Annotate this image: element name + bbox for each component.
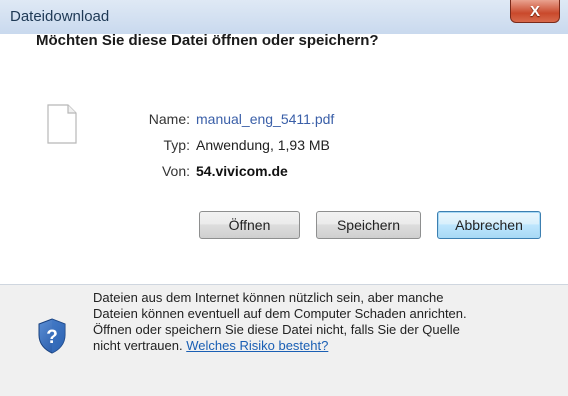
- file-type-value: Anwendung, 1,93 MB: [196, 137, 330, 153]
- name-label: Name:: [148, 111, 190, 127]
- dialog-question: Möchten Sie diese Datei öffnen oder spei…: [36, 32, 379, 49]
- document-icon: [47, 104, 77, 144]
- title-bar: Dateidownload X: [0, 0, 568, 35]
- shield-question-icon: ?: [38, 318, 66, 354]
- open-button[interactable]: Öffnen: [199, 211, 300, 239]
- security-warning-text: Dateien aus dem Internet können nützlich…: [93, 290, 553, 354]
- dialog-content: [0, 34, 568, 284]
- cancel-button[interactable]: Abbrechen: [437, 211, 541, 239]
- close-icon: X: [529, 2, 540, 20]
- warning-line-2: Dateien können eventuell auf dem Compute…: [93, 306, 467, 321]
- source-value: 54.vivicom.de: [196, 163, 288, 179]
- warning-line-3: Öffnen oder speichern Sie diese Datei ni…: [93, 322, 460, 337]
- risk-info-link[interactable]: Welches Risiko besteht?: [186, 338, 328, 353]
- warning-line-4-prefix: nicht vertrauen.: [93, 338, 183, 353]
- footer-strip: [0, 372, 568, 396]
- file-name-value: manual_eng_5411.pdf: [196, 111, 335, 127]
- window-title: Dateidownload: [10, 8, 110, 25]
- warning-line-1: Dateien aus dem Internet können nützlich…: [93, 290, 444, 305]
- type-label: Typ:: [163, 137, 190, 153]
- svg-text:?: ?: [46, 327, 58, 348]
- warning-line-4: nicht vertrauen. Welches Risiko besteht?: [93, 338, 553, 354]
- from-label: Von:: [161, 163, 190, 179]
- close-button[interactable]: X: [510, 0, 560, 23]
- save-button[interactable]: Speichern: [316, 211, 421, 239]
